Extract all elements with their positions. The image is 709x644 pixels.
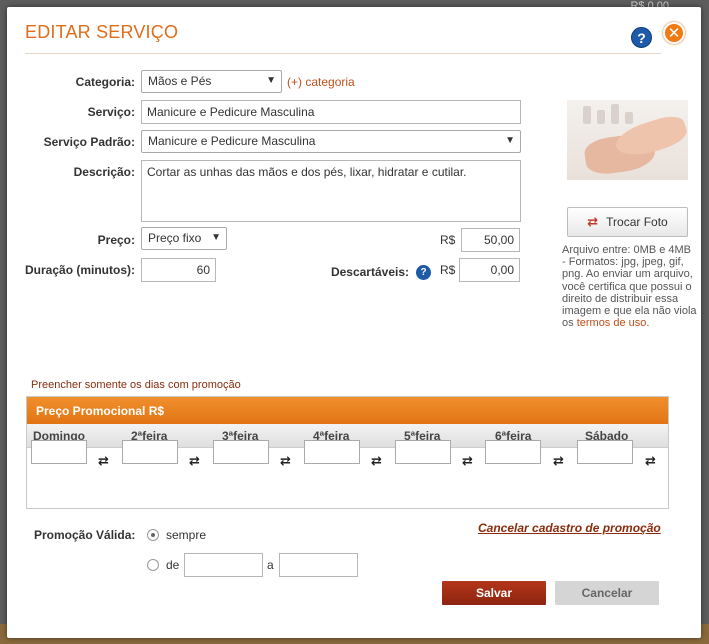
chevron-down-icon: ▼: [266, 75, 276, 86]
terms-of-use-link[interactable]: termos de uso: [577, 317, 647, 329]
promo-always-radio[interactable]: [147, 529, 159, 541]
duration-input[interactable]: 60: [141, 258, 216, 282]
title-divider: [25, 53, 661, 54]
promo-to-label: a: [267, 558, 274, 572]
promo-always-label: sempre: [166, 528, 207, 542]
change-photo-button[interactable]: ⇄ Trocar Foto: [567, 207, 688, 237]
price-type-select-value: Preço fixo: [148, 231, 202, 245]
standard-service-select-value: Manicure e Pedicure Masculina: [148, 134, 316, 148]
photo-bottle: [625, 112, 633, 124]
modal-title: EDITAR SERVIÇO: [25, 22, 179, 42]
standard-service-label: Serviço Padrão:: [43, 135, 135, 149]
promo-sunday-input[interactable]: [31, 440, 87, 464]
service-photo: [567, 100, 688, 180]
add-category-link[interactable]: (+) categoria: [287, 75, 355, 89]
price-label: Preço:: [97, 233, 135, 247]
promo-table-header: Preço Promocional R$: [27, 397, 668, 424]
cancel-promo-link[interactable]: Cancelar cadastro de promoção: [478, 521, 661, 535]
swap-icon[interactable]: ⇄: [280, 453, 291, 469]
category-select[interactable]: Mãos e Pés ▼: [141, 70, 282, 93]
promo-start-date-input[interactable]: [184, 553, 263, 577]
save-button[interactable]: Salvar: [442, 581, 546, 605]
chevron-down-icon: ▼: [211, 232, 221, 243]
disposables-help-icon[interactable]: ?: [416, 265, 431, 280]
service-label: Serviço:: [87, 105, 135, 119]
chevron-down-icon: ▼: [505, 135, 515, 146]
photo-bottle: [583, 106, 591, 124]
promo-from-label: de: [166, 558, 180, 572]
promo-saturday-input[interactable]: [577, 440, 633, 464]
price-type-select[interactable]: Preço fixo ▼: [141, 227, 227, 250]
swap-icon[interactable]: ⇄: [189, 453, 200, 469]
swap-icon[interactable]: ⇄: [462, 453, 473, 469]
promo-valid-label: Promoção Válida:: [34, 528, 136, 542]
cancel-button[interactable]: Cancelar: [555, 581, 659, 605]
close-icon[interactable]: ✕: [663, 22, 685, 44]
disposables-label: Descartáveis:: [330, 265, 409, 279]
promo-wednesday-input[interactable]: [304, 440, 360, 464]
disposables-currency: R$: [440, 263, 456, 277]
price-input[interactable]: 50,00: [461, 228, 520, 252]
description-textarea[interactable]: Cortar as unhas das mãos e dos pés, lixa…: [141, 160, 521, 222]
service-name-input[interactable]: Manicure e Pedicure Masculina: [141, 100, 521, 124]
duration-label: Duração (minutos):: [25, 263, 136, 277]
help-icon[interactable]: ?: [631, 27, 652, 48]
price-currency: R$: [440, 233, 456, 247]
disposables-input[interactable]: 0,00: [459, 258, 520, 282]
file-upload-note: Arquivo entre: 0MB e 4MB - Formatos: jpg…: [562, 244, 697, 329]
edit-service-modal: EDITAR SERVIÇO ? ✕ Categoria: Mãos e Pés…: [7, 7, 701, 638]
change-photo-label: Trocar Foto: [606, 215, 668, 229]
promo-note: Preencher somente os dias com promoção: [31, 379, 241, 391]
promo-range-radio[interactable]: [147, 559, 159, 571]
promo-tuesday-input[interactable]: [213, 440, 269, 464]
promo-end-date-input[interactable]: [279, 553, 358, 577]
promo-friday-input[interactable]: [485, 440, 541, 464]
category-label: Categoria:: [75, 75, 135, 89]
swap-icon[interactable]: ⇄: [98, 453, 109, 469]
standard-service-select[interactable]: Manicure e Pedicure Masculina ▼: [141, 130, 521, 153]
description-label: Descrição:: [73, 165, 135, 179]
photo-bottle: [611, 104, 619, 124]
category-select-value: Mãos e Pés: [148, 74, 212, 88]
swap-photo-icon: ⇄: [587, 214, 599, 229]
swap-icon[interactable]: ⇄: [371, 453, 382, 469]
swap-icon[interactable]: ⇄: [645, 453, 656, 469]
promo-monday-input[interactable]: [122, 440, 178, 464]
photo-bottle: [597, 110, 605, 124]
promo-thursday-input[interactable]: [395, 440, 451, 464]
file-note-end: .: [646, 317, 650, 330]
swap-icon[interactable]: ⇄: [553, 453, 564, 469]
